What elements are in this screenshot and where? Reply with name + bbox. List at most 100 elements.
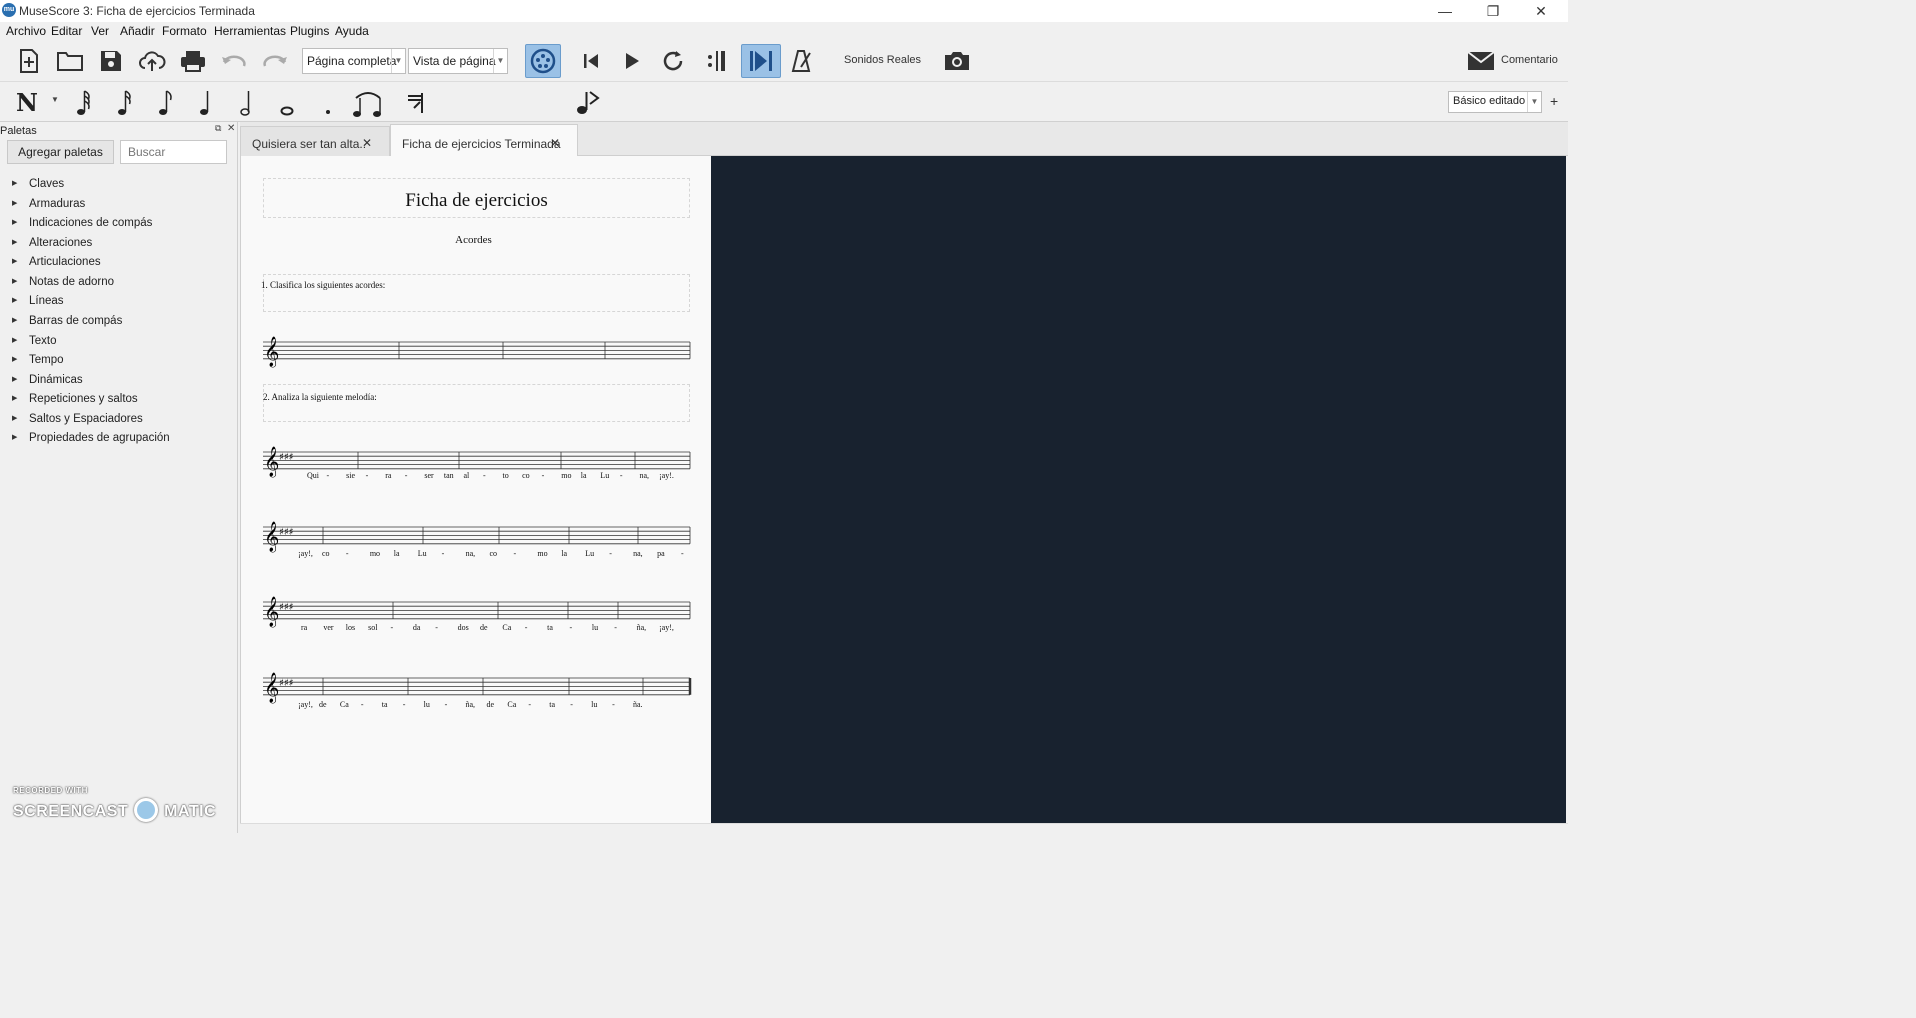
lyric-syllable[interactable]: ña. (633, 700, 643, 709)
metronome-icon[interactable] (787, 46, 817, 76)
lyric-syllable[interactable]: - (570, 700, 573, 709)
lyric-syllable[interactable]: al (463, 471, 469, 480)
lyric-syllable[interactable]: Ca (340, 700, 349, 709)
whole-note-icon[interactable] (280, 106, 294, 116)
lyric-syllable[interactable]: sol (368, 623, 377, 632)
lyric-syllable[interactable]: - (366, 471, 369, 480)
lyric-syllable[interactable]: - (361, 700, 364, 709)
add-workspace-button[interactable]: + (1550, 93, 1558, 109)
palette-item-tempo[interactable]: ▶ Tempo (0, 352, 236, 370)
lyric-syllable[interactable]: ¡ay!. (659, 471, 674, 480)
half-note-icon[interactable] (240, 91, 250, 116)
lyric-syllable[interactable]: ña, (466, 700, 476, 709)
lyric-syllable[interactable]: ver (323, 623, 333, 632)
staff-system[interactable]: 𝄞 ♯♯♯ (263, 672, 692, 704)
flip-direction-icon[interactable] (574, 88, 602, 118)
lyric-syllable[interactable]: ser (424, 471, 433, 480)
undo-icon[interactable] (219, 46, 249, 76)
lyric-syllable[interactable]: ¡ay!, (659, 623, 674, 632)
palette-search-input[interactable]: Buscar (120, 140, 227, 164)
palette-item-saltos-y-espaciadores[interactable]: ▶ Saltos y Espaciadores (0, 411, 236, 429)
lyric-syllable[interactable]: - (525, 623, 528, 632)
play-icon[interactable] (617, 46, 647, 76)
lyric-syllable[interactable]: ¡ay!, (298, 700, 313, 709)
lyric-syllable[interactable]: to (503, 471, 509, 480)
lyric-syllable[interactable]: lu (424, 700, 430, 709)
palette-item-armaduras[interactable]: ▶ Armaduras (0, 196, 236, 214)
palette-item-claves[interactable]: ▶ Claves (0, 176, 236, 194)
lyric-syllable[interactable]: - (445, 700, 448, 709)
lyric-syllable[interactable]: Lu (418, 549, 427, 558)
lyric-syllable[interactable]: mo (370, 549, 380, 558)
palette-item-indicaciones-de-compas[interactable]: ▶ Indicaciones de compás (0, 215, 236, 233)
lyric-syllable[interactable]: mo (561, 471, 571, 480)
save-icon[interactable] (96, 46, 126, 76)
lyric-syllable[interactable]: ta (547, 623, 553, 632)
palette-item-repeticiones-y-saltos[interactable]: ▶ Repeticiones y saltos (0, 391, 236, 409)
64th-note-icon[interactable] (77, 90, 90, 115)
score-page[interactable]: Ficha de ejercicios Acordes 1. Clasifica… (240, 156, 711, 823)
lyric-syllable[interactable]: na, (466, 549, 476, 558)
menu-formato[interactable]: Formato (162, 24, 207, 38)
lyric-syllable[interactable]: na, (639, 471, 649, 480)
close-window-button[interactable]: ✕ (1518, 0, 1564, 22)
palette-item-alteraciones[interactable]: ▶ Alteraciones (0, 235, 236, 253)
tab-quisiera-ser-tan-alta[interactable]: Quisiera ser tan alta.. ✕ (240, 126, 390, 156)
lyric-syllable[interactable]: co (322, 549, 330, 558)
lyric-syllable[interactable]: co (522, 471, 530, 480)
lyric-syllable[interactable]: mo (537, 549, 547, 558)
lyric-syllable[interactable]: los (346, 623, 355, 632)
menu-editar[interactable]: Editar (51, 24, 82, 38)
lyric-syllable[interactable]: Ca (507, 700, 516, 709)
lyric-syllable[interactable]: - (542, 471, 545, 480)
palette-item-barras-de-compas[interactable]: ▶ Barras de compás (0, 313, 236, 331)
lyric-syllable[interactable]: ña, (637, 623, 647, 632)
menu-ayuda[interactable]: Ayuda (335, 24, 369, 38)
lyric-syllable[interactable]: Qui (307, 471, 319, 480)
lyric-syllable[interactable]: Lu (600, 471, 609, 480)
view-mode-select[interactable]: Página completa ▼ (302, 48, 406, 74)
menu-herramientas[interactable]: Herramientas (214, 24, 286, 38)
lyric-syllable[interactable]: - (327, 471, 330, 480)
lyric-syllable[interactable]: ta (382, 700, 388, 709)
lyric-syllable[interactable]: da (413, 623, 421, 632)
augmentation-dot-icon[interactable] (326, 110, 330, 114)
lyric-syllable[interactable]: - (435, 623, 438, 632)
minimize-button[interactable]: — (1422, 0, 1468, 22)
lyric-syllable[interactable]: ta (549, 700, 555, 709)
lyric-syllable[interactable]: la (394, 549, 400, 558)
lyric-syllable[interactable]: la (581, 471, 587, 480)
envelope-icon[interactable] (1466, 46, 1496, 76)
lyric-syllable[interactable]: Ca (502, 623, 511, 632)
play-repeats-icon[interactable] (701, 46, 731, 76)
lyric-syllable[interactable]: ¡ay!, (298, 549, 313, 558)
lyric-syllable[interactable]: sie (346, 471, 355, 480)
lyric-syllable[interactable]: de (319, 700, 327, 709)
lyric-syllable[interactable]: de (486, 700, 494, 709)
lyric-syllable[interactable]: ra (385, 471, 391, 480)
page-view-select[interactable]: Vista de página ▼ (408, 48, 508, 74)
menu-archivo[interactable]: Archivo (6, 24, 46, 38)
lyric-syllable[interactable]: - (403, 700, 406, 709)
chevron-down-icon[interactable]: ▼ (51, 95, 59, 104)
lyric-syllable[interactable]: dos (458, 623, 469, 632)
loop-icon[interactable] (658, 46, 688, 76)
lyric-syllable[interactable]: lu (592, 623, 598, 632)
lyric-syllable[interactable]: lu (591, 700, 597, 709)
real-sounds-label[interactable]: Sonidos Reales (844, 54, 921, 66)
rest-icon[interactable] (404, 88, 434, 118)
redo-icon[interactable] (260, 46, 290, 76)
upload-cloud-icon[interactable] (137, 46, 167, 76)
close-panel-icon[interactable]: ✕ (227, 123, 235, 134)
lyric-syllable[interactable]: - (614, 623, 617, 632)
lyric-syllable[interactable]: co (490, 549, 498, 558)
palette-item-texto[interactable]: ▶ Texto (0, 333, 236, 351)
lyric-syllable[interactable]: - (609, 549, 612, 558)
lyric-syllable[interactable]: - (513, 549, 516, 558)
score-canvas-background[interactable] (711, 156, 1566, 823)
mixer-button[interactable] (525, 44, 561, 78)
menu-plugins[interactable]: Plugins (290, 24, 329, 38)
workspace-select[interactable]: Básico editado ▼ (1448, 91, 1542, 113)
lyric-syllable[interactable]: ra (301, 623, 307, 632)
quarter-note-icon[interactable] (200, 91, 209, 115)
